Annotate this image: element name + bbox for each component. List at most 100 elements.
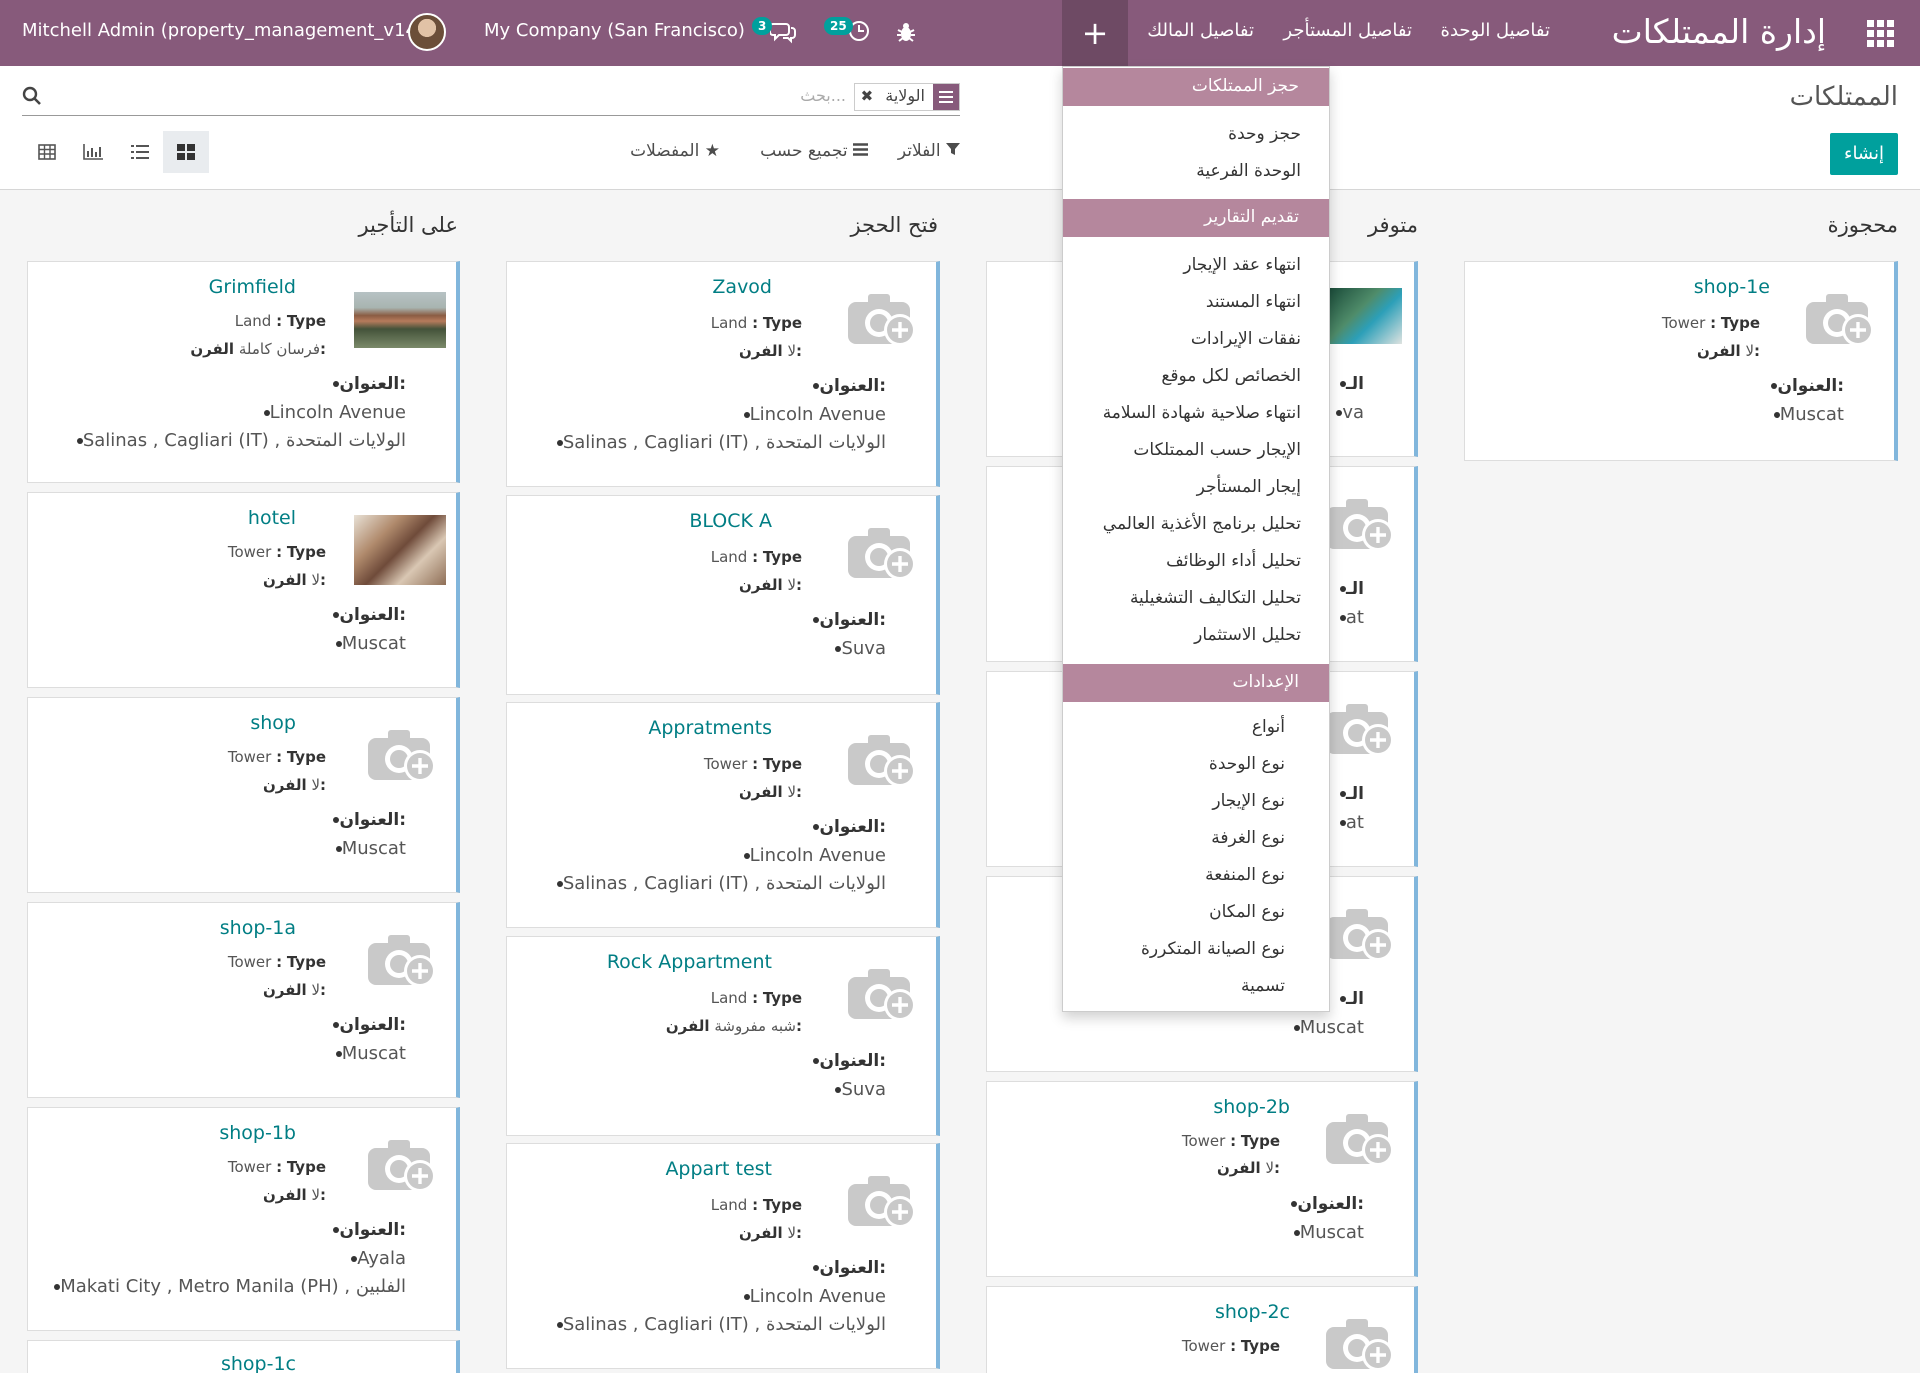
facet-remove-icon[interactable]: ✖ [855,84,880,110]
company-switcher[interactable]: My Company (San Francisco) [484,20,745,41]
kanban-card[interactable]: hotel Tower : Type لا الفرن: العنوان: Mu… [27,492,460,688]
menu-item-report[interactable]: تحليل أداء الوظائف [1166,551,1301,571]
filters-label: الفلاتر [897,141,941,161]
groupby-facet-icon [933,84,959,110]
property-photo [354,515,446,585]
kanban-card[interactable]: BLOCK A Land : Type لا الفرن: العنوان: S… [506,495,940,695]
kanban-card[interactable]: shop-1e Tower : Type لا الفرن: العنوان: … [1464,261,1898,461]
kanban-card[interactable]: shop-1a Tower : Type لا الفرن: العنوان: … [27,902,460,1098]
menu-item-report[interactable]: نفقات الإيرادات [1191,329,1301,349]
card-title[interactable]: Rock Appartment [607,951,772,973]
card-address-title: العنوان: [321,1015,406,1035]
menu-item-report[interactable]: انتهاء المستند [1206,292,1301,312]
kanban-card[interactable]: Appratments Tower : Type لا الفرن: العنو… [506,702,940,928]
list-icon [131,145,149,159]
create-button[interactable]: إنشاء [1830,133,1898,175]
kanban-card[interactable]: shop-1c [27,1340,460,1373]
kanban-card[interactable]: Zavod Land : Type لا الفرن: العنوان: Lin… [506,261,940,487]
card-title[interactable]: shop-1e [1694,276,1770,298]
kanban-card[interactable]: shop-2c Tower : Type [986,1286,1418,1373]
plus-dropdown-menu: حجز الممتلكات حجز وحدة الوحدة الفرعية تق… [1062,66,1330,1012]
menu-item-config[interactable]: نوع المنفعة [1205,865,1285,885]
kanban-board: محجوزة متوفر فتح الحجز على التأجير shop-… [0,190,1920,1373]
menu-item-config[interactable]: تسمية [1241,976,1285,996]
menu-item-book-unit[interactable]: حجز وحدة [1228,124,1301,144]
menu-item-config[interactable]: نوع الوحدة [1209,754,1285,774]
menu-tenant-details[interactable]: تفاصيل المستأجر [1283,20,1412,41]
card-title[interactable]: Grimfield [209,276,296,298]
kanban-view-button[interactable] [163,131,209,173]
card-title[interactable]: Appart test [665,1158,772,1180]
card-type: Tower : Type [703,755,802,773]
bug-icon[interactable] [896,21,916,43]
card-furnish: لا الفرن: [738,342,802,360]
bar-chart-icon [83,144,103,160]
card-address-line: Muscat [324,838,406,859]
menu-item-report[interactable]: إيجار المستأجر [1197,477,1301,497]
card-title[interactable]: shop-2b [1213,1096,1290,1118]
kanban-card[interactable]: shop Tower : Type لا الفرن: العنوان: Mus… [27,697,460,893]
card-address-title: العنوان: [321,1220,406,1240]
card-address-title: الـ [1328,374,1364,394]
card-title[interactable]: shop-1a [220,917,296,939]
menu-item-report[interactable]: الإيجار حسب الممتلكات [1133,440,1301,460]
card-address-line: Lincoln Avenue [732,845,886,866]
menu-item-report[interactable]: انتهاء صلاحية شهادة السلامة [1103,403,1301,423]
card-type: Tower : Type [1181,1337,1280,1355]
kanban-card[interactable]: Grimfield Land : Type فرسان كاملة الفرن:… [27,261,460,483]
chat-icon[interactable] [770,18,796,44]
app-brand[interactable]: إدارة الممتلكات [1612,12,1826,51]
column-title-on-lease: على التأجير [358,213,458,237]
kanban-card[interactable]: Rock Appartment Land : Type شبه مفروشة ا… [506,936,940,1136]
card-address-title: العنوان: [801,376,886,396]
column-title-available: متوفر [1367,213,1418,237]
card-title[interactable]: hotel [248,507,296,529]
menu-item-report[interactable]: تحليل الاستثمار [1194,625,1301,645]
menu-item-report[interactable]: تحليل برنامج الأغذية العالمي [1103,514,1301,534]
pivot-view-button[interactable] [24,131,70,173]
card-title[interactable]: Appratments [648,717,772,739]
card-furnish: لا الفرن: [738,783,802,801]
kanban-card[interactable]: shop-2b Tower : Type لا الفرن: العنوان: … [986,1081,1418,1277]
menu-item-config[interactable]: نوع الصيانة المتكررة [1141,939,1285,959]
favorites-button[interactable]: المفضلات ★ [630,141,720,161]
menu-item-report[interactable]: انتهاء عقد الإيجار [1183,255,1301,275]
menu-item-config[interactable]: نوع الإيجار [1212,791,1285,811]
menu-item-report[interactable]: تحليل التكاليف التشغيلية [1130,588,1301,608]
menu-item-config[interactable]: أنواع [1252,717,1285,737]
property-photo [1330,288,1402,344]
menu-item-config[interactable]: نوع المكان [1209,902,1285,922]
card-address-line: at [1328,812,1364,833]
apps-menu-icon[interactable] [1860,14,1900,52]
menu-item-config[interactable]: نوع الغرفة [1211,828,1285,848]
search-facet[interactable]: ✖ الولاية [853,83,960,111]
card-address-title: العنوان: [321,374,406,394]
user-menu[interactable]: Mitchell Admin (property_management_v14E… [22,20,435,41]
filter-icon [946,143,960,155]
card-title[interactable]: shop-1b [219,1122,296,1144]
camera-placeholder-icon [1804,292,1876,348]
menu-owner-details[interactable]: تفاصيل المالك [1147,20,1254,41]
card-furnish: شبه مفروشة الفرن: [665,1017,802,1035]
graph-view-button[interactable] [70,131,116,173]
card-address-line: Muscat [324,633,406,654]
kanban-card[interactable]: shop-1b Tower : Type لا الفرن: العنوان: … [27,1107,460,1331]
search-input[interactable]: بحث... [800,86,846,105]
list-view-button[interactable] [117,131,163,173]
plus-menu-toggle[interactable]: + [1062,0,1128,66]
card-title[interactable]: BLOCK A [689,510,772,532]
card-title[interactable]: shop-2c [1215,1301,1290,1323]
card-title[interactable]: shop [250,712,296,734]
search-bar[interactable]: بحث... ✖ الولاية [22,80,960,116]
kanban-card[interactable]: Appart test Land : Type لا الفرن: العنوا… [506,1143,940,1369]
card-title[interactable]: Zavod [712,276,772,298]
filters-button[interactable]: الفلاتر [898,141,960,161]
menu-unit-details[interactable]: تفاصيل الوحدة [1441,20,1550,41]
groupby-button[interactable]: تجميع حسب [760,141,868,161]
card-title[interactable]: shop-1c [221,1353,296,1373]
menu-item-sub-unit[interactable]: الوحدة الفرعية [1196,161,1301,181]
avatar[interactable] [408,13,446,51]
menu-item-report[interactable]: الخصائص لكل موقع [1161,366,1301,386]
search-icon[interactable] [22,86,42,106]
card-type: Land : Type [710,314,802,332]
